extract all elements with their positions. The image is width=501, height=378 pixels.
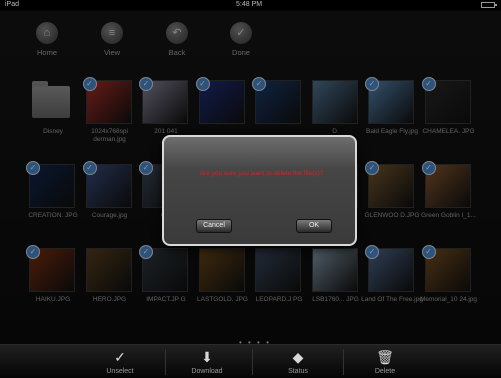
download-button[interactable]: ⬇ Download <box>177 348 237 375</box>
bottom-bar-label: Download <box>191 368 223 375</box>
bottom-toolbar: ✓ Unselect ⬇ Download ◆ Status 🗑 Delete <box>0 344 501 378</box>
unselect-icon: ✓ <box>114 349 126 365</box>
clock: 5:48 PM <box>236 1 263 8</box>
download-icon: ⬇ <box>201 349 213 365</box>
battery-icon <box>481 2 497 8</box>
divider <box>343 349 344 375</box>
delete-confirm-dialog: Are you sure you want to delete the file… <box>162 135 357 246</box>
bottom-bar-label: Unselect <box>106 368 134 375</box>
delete-button[interactable]: 🗑 Delete <box>355 348 415 375</box>
dialog-message: Are you sure you want to delete the file… <box>199 170 324 177</box>
bottom-bar-label: Delete <box>374 368 396 375</box>
cancel-button[interactable]: Cancel <box>196 219 232 233</box>
status-bar: iPad 5:48 PM <box>0 0 501 11</box>
status-button[interactable]: ◆ Status <box>268 348 328 375</box>
divider <box>252 349 253 375</box>
carrier-label: iPad <box>5 1 20 8</box>
bottom-bar-label: Status <box>288 368 308 375</box>
ok-button[interactable]: OK <box>296 219 332 233</box>
unselect-button[interactable]: ✓ Unselect <box>90 348 150 375</box>
trash-icon: 🗑 <box>376 349 394 365</box>
divider <box>165 349 166 375</box>
status-icon: ◆ <box>292 349 304 365</box>
app-screen: iPad 5:48 PM ⌂ Home ≡ View ↶ Back ✓ Done Disney… <box>0 0 501 378</box>
